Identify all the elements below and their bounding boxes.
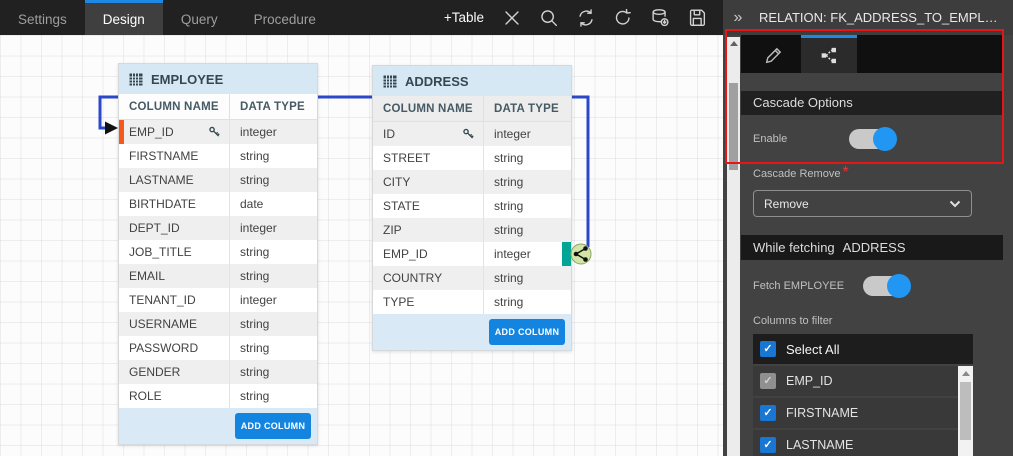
select-all-row[interactable]: Select All — [753, 334, 973, 364]
panel-body: Cascade Options Enable Cascade Remove* R… — [723, 35, 1013, 456]
fetch-employee-toggle[interactable] — [863, 276, 909, 296]
fetch-employee-row: Fetch EMPLOYEE — [753, 276, 1003, 296]
fetch-employee-label: Fetch EMPLOYEE — [753, 280, 863, 292]
tab-settings[interactable]: Settings — [0, 0, 85, 35]
properties-panel: » RELATION: FK_ADDRESS_TO_EMPLOY... — [723, 0, 1013, 456]
panel-tabs — [741, 35, 1003, 73]
cascade-remove-field: Cascade Remove* Remove — [753, 164, 1003, 217]
tab-design[interactable]: Design — [85, 0, 163, 35]
column-checkbox[interactable] — [760, 405, 776, 421]
search-icon — [538, 7, 560, 29]
panel-scrollbar[interactable] — [727, 37, 740, 456]
triangle-up-icon — [730, 41, 738, 46]
save-icon — [686, 7, 708, 29]
cascade-remove-select[interactable]: Remove — [753, 190, 972, 217]
enable-toggle[interactable] — [849, 129, 895, 149]
scroll-up-button[interactable] — [727, 37, 740, 50]
sync-button[interactable] — [574, 6, 598, 30]
scroll-up-button[interactable] — [958, 366, 973, 380]
selected-option: Remove — [764, 197, 809, 211]
pencil-icon — [763, 45, 784, 66]
filter-column-row[interactable]: FIRSTNAME — [753, 398, 973, 428]
filter-rows: EMP_ID FIRSTNAME LASTNAME — [753, 366, 973, 456]
toolbar: Settings Design Query Procedure +Table — [0, 0, 723, 35]
column-checkbox[interactable] — [760, 373, 776, 389]
cascade-remove-label: Cascade Remove — [753, 168, 840, 180]
required-asterisk: * — [842, 164, 848, 181]
refresh-button[interactable] — [611, 6, 635, 30]
while-fetching-header: While fetching ADDRESS — [741, 235, 1003, 260]
filter-column-row[interactable]: LASTNAME — [753, 430, 973, 456]
select-all-checkbox[interactable] — [760, 341, 776, 357]
enable-row: Enable — [753, 129, 1003, 149]
column-label: EMP_ID — [786, 374, 833, 388]
panel-title: RELATION: FK_ADDRESS_TO_EMPLOY... — [753, 10, 1003, 25]
panel-content: Cascade Options Enable Cascade Remove* R… — [741, 35, 1003, 456]
collapse-panel-button[interactable]: » — [723, 9, 753, 27]
panel-header: » RELATION: FK_ADDRESS_TO_EMPLOY... — [723, 0, 1013, 35]
save-button[interactable] — [685, 6, 709, 30]
while-fetching-label: While fetching — [753, 235, 835, 260]
scrollbar-thumb[interactable] — [960, 382, 971, 440]
scrollbar-thumb[interactable] — [729, 83, 738, 170]
columns-filter-list: Select All EMP_ID FIRSTNAME — [753, 334, 973, 456]
triangle-up-icon — [962, 371, 970, 376]
cascade-options-header: Cascade Options — [741, 91, 1003, 115]
while-fetching-table: ADDRESS — [843, 235, 906, 260]
filter-column-row[interactable]: EMP_ID — [753, 366, 973, 396]
database-import-icon — [649, 7, 671, 29]
enable-label: Enable — [753, 133, 849, 145]
toolbar-icon-group — [494, 0, 723, 35]
filter-list-scrollbar[interactable] — [958, 366, 973, 456]
columns-to-filter-label: Columns to filter — [753, 315, 1003, 327]
search-button[interactable] — [537, 6, 561, 30]
column-checkbox[interactable] — [760, 437, 776, 453]
sync-icon — [575, 7, 597, 29]
schema-canvas: EMPLOYEE COLUMN NAME DATA TYPE EMP_ID — [0, 35, 723, 456]
add-table-button[interactable]: +Table — [434, 0, 494, 35]
tab-procedure[interactable]: Procedure — [236, 0, 334, 35]
column-label: LASTNAME — [786, 438, 853, 452]
workspace-column: Settings Design Query Procedure +Table — [0, 0, 723, 456]
chevron-down-icon — [949, 200, 961, 208]
tab-query[interactable]: Query — [163, 0, 236, 35]
refresh-icon — [612, 7, 634, 29]
column-label: FIRSTNAME — [786, 406, 858, 420]
close-button[interactable] — [500, 6, 524, 30]
tab-edit-properties[interactable] — [745, 35, 801, 73]
relation-icon — [819, 45, 840, 66]
db-import-button[interactable] — [648, 6, 672, 30]
toolbar-spacer — [334, 0, 434, 35]
relation-node-icon[interactable] — [571, 244, 591, 264]
chevrons-right-icon: » — [734, 9, 743, 26]
close-icon — [501, 7, 523, 29]
select-all-label: Select All — [786, 342, 839, 357]
tab-relations[interactable] — [801, 35, 857, 73]
app-root: Settings Design Query Procedure +Table — [0, 0, 1013, 456]
